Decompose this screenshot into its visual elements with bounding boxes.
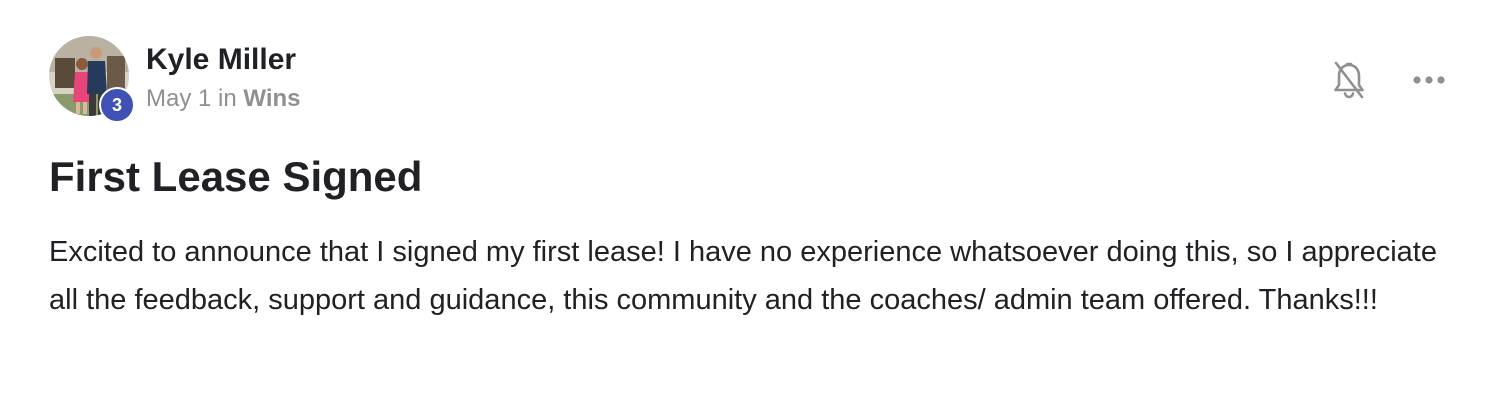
post-actions xyxy=(1327,58,1451,102)
category-link[interactable]: Wins xyxy=(243,85,300,112)
post-date: May 1 xyxy=(146,85,212,112)
post-title: First Lease Signed xyxy=(49,153,423,200)
bell-off-icon xyxy=(1334,61,1364,99)
post-card: 3 Kyle Miller May 1 in Wins First Lease … xyxy=(0,0,1491,407)
author-name[interactable]: Kyle Miller xyxy=(146,42,301,78)
meta-in-text: in xyxy=(218,85,237,112)
notifications-toggle-button[interactable] xyxy=(1327,58,1371,102)
more-options-button[interactable] xyxy=(1407,58,1451,102)
avatar-wrap: 3 xyxy=(49,36,135,123)
more-horizontal-icon xyxy=(1413,76,1445,84)
author-block: Kyle Miller May 1 in Wins xyxy=(146,36,301,114)
level-badge: 3 xyxy=(99,87,135,123)
post-meta: May 1 in Wins xyxy=(146,84,301,114)
post-header: 3 Kyle Miller May 1 in Wins xyxy=(49,36,301,123)
post-body: Excited to announce that I signed my fir… xyxy=(49,236,1437,316)
